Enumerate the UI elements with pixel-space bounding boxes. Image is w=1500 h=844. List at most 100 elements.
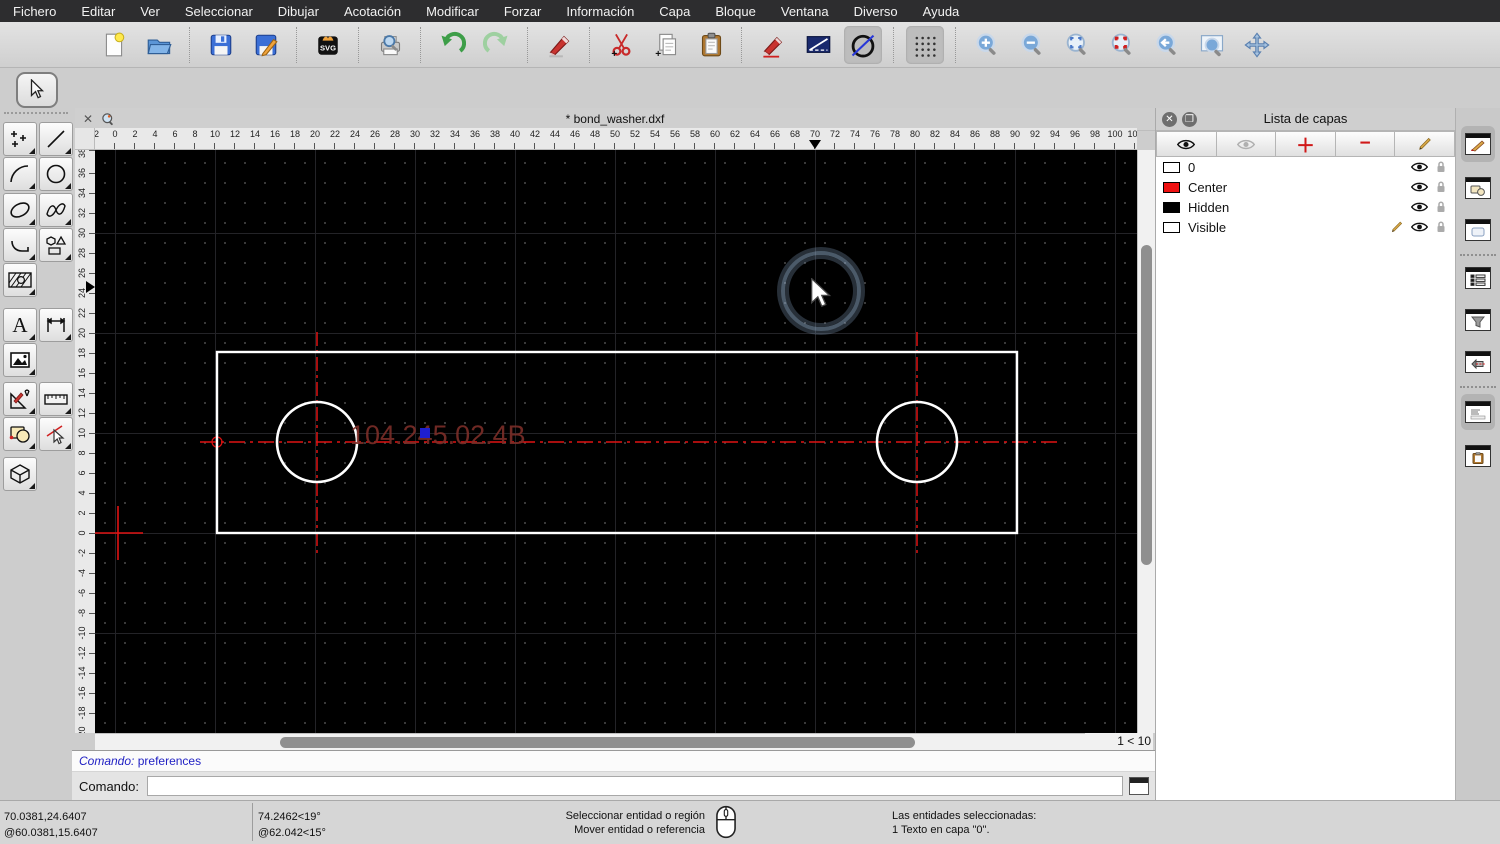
points-tool-button[interactable] [3,122,37,156]
h-ruler-label: 78 [889,129,901,139]
open-file-button[interactable] [140,26,178,64]
menu-item-ventana[interactable]: Ventana [781,4,829,19]
selected-text-entity[interactable]: 104.245.02.4B [350,420,526,450]
cut-button[interactable]: + [602,26,640,64]
zoom-pan-button[interactable] [1238,26,1276,64]
add-layer-button[interactable]: ＋ [1276,131,1336,157]
text-reference-handle[interactable] [420,428,430,438]
delete-entities-button[interactable] [540,26,578,64]
block-list-widget-button[interactable] [1461,170,1495,206]
layer-color-swatch[interactable] [1163,161,1180,173]
layer-list-widget-button[interactable] [1461,126,1495,162]
menu-item-información[interactable]: Información [566,4,634,19]
document-title: * bond_washer.dxf [565,112,665,126]
line-attributes-button[interactable] [799,26,837,64]
layer-row-0[interactable]: 0 [1156,157,1455,177]
detach-command-widget-button[interactable] [1129,777,1149,795]
modify-tool-button[interactable] [3,417,37,451]
relative-polar: @62.042<15° [258,827,326,839]
line-tool-button[interactable] [39,122,73,156]
save-as-button[interactable] [247,26,285,64]
measure-tool-button[interactable] [39,382,73,416]
layer-row-visible[interactable]: Visible [1156,217,1455,237]
show-all-layers-button[interactable] [1156,131,1217,157]
layer-color-swatch[interactable] [1163,201,1180,213]
zoom-auto-button[interactable] [1058,26,1096,64]
menu-item-ver[interactable]: Ver [140,4,160,19]
text-tool-button[interactable]: A [3,308,37,342]
hatch-tool-button[interactable] [3,263,37,297]
entity-list-widget-button[interactable] [1461,260,1495,296]
image-tool-button[interactable] [3,343,37,377]
horizontal-scrollbar[interactable] [95,733,1137,750]
library-browser-widget-button[interactable] [1461,212,1495,248]
grid-toggle-button[interactable] [906,25,944,64]
layer-color-swatch[interactable] [1163,181,1180,193]
circle-tool-button[interactable] [39,157,73,191]
dimension-tool-button[interactable] [39,308,73,342]
menu-item-forzar[interactable]: Forzar [504,4,542,19]
new-file-button[interactable] [95,26,133,64]
menu-item-capa[interactable]: Capa [659,4,690,19]
paste-button[interactable] [692,26,730,64]
zoom-redraw-button[interactable] [1103,26,1141,64]
pen-attributes-button[interactable] [754,26,792,64]
layer-lock-icon[interactable] [1435,200,1447,214]
svg-export-button[interactable]: SVG [309,26,347,64]
copy-button[interactable]: + [647,26,685,64]
drafting-tools-button[interactable] [3,382,37,416]
menu-item-dibujar[interactable]: Dibujar [278,4,319,19]
undo-button[interactable] [433,26,471,64]
polygon-tool-button[interactable] [39,228,73,262]
menu-item-diverso[interactable]: Diverso [854,4,898,19]
layer-lock-icon[interactable] [1435,220,1447,234]
zoom-window-button[interactable] [1193,26,1231,64]
vertical-scrollbar[interactable] [1137,150,1155,733]
filter-widget-button[interactable] [1461,302,1495,338]
layer-color-swatch[interactable] [1163,221,1180,233]
menu-item-bloque[interactable]: Bloque [715,4,755,19]
drawing-canvas[interactable]: 104.245.02.4B [95,150,1137,733]
menu-item-seleccionar[interactable]: Seleccionar [185,4,253,19]
print-preview-button[interactable] [371,26,409,64]
menu-item-ayuda[interactable]: Ayuda [923,4,960,19]
layer-visibility-icon[interactable] [1411,161,1428,173]
command-input[interactable] [146,776,1123,796]
layer-lock-icon[interactable] [1435,180,1447,194]
clipboard-widget-button[interactable] [1461,438,1495,474]
selection-info-line1: Las entidades seleccionadas: [892,810,1037,822]
menu-item-acotación[interactable]: Acotación [344,4,401,19]
v-ruler-label: -16 [77,686,87,700]
palette-handle[interactable] [4,112,68,114]
ellipse-tool-button[interactable] [3,193,37,227]
circle-attributes-button[interactable] [844,25,882,64]
zoom-previous-button[interactable] [1148,26,1186,64]
layer-row-hidden[interactable]: Hidden [1156,197,1455,217]
menu-item-modificar[interactable]: Modificar [426,4,479,19]
vertical-scrollbar-thumb[interactable] [1141,245,1152,565]
save-button[interactable] [202,26,240,64]
select-entity-tool-button[interactable] [39,417,73,451]
horizontal-scrollbar-thumb[interactable] [280,737,915,748]
arc-tool-button[interactable] [3,157,37,191]
edit-layer-button[interactable] [1395,131,1455,157]
toolbar-separator [420,26,422,63]
layer-row-center[interactable]: Center [1156,177,1455,197]
command-widget-button[interactable] [1461,394,1495,430]
spline-tool-button[interactable] [39,193,73,227]
zoom-in-button[interactable] [968,26,1006,64]
h-ruler-label: 26 [369,129,381,139]
zoom-out-button[interactable] [1013,26,1051,64]
menu-item-editar[interactable]: Editar [81,4,115,19]
polyline-tool-button[interactable] [3,228,37,262]
dimension-widget-button[interactable] [1461,344,1495,380]
layer-visibility-icon[interactable] [1411,181,1428,193]
layer-visibility-icon[interactable] [1411,221,1428,233]
h-ruler-label: 80 [909,129,921,139]
layer-visibility-icon[interactable] [1411,201,1428,213]
hide-all-layers-button[interactable] [1216,131,1277,157]
solid-3d-tool-button[interactable] [3,457,37,491]
remove-layer-button[interactable]: − [1335,131,1396,157]
layer-lock-icon[interactable] [1435,160,1447,174]
redo-button[interactable] [478,26,516,64]
